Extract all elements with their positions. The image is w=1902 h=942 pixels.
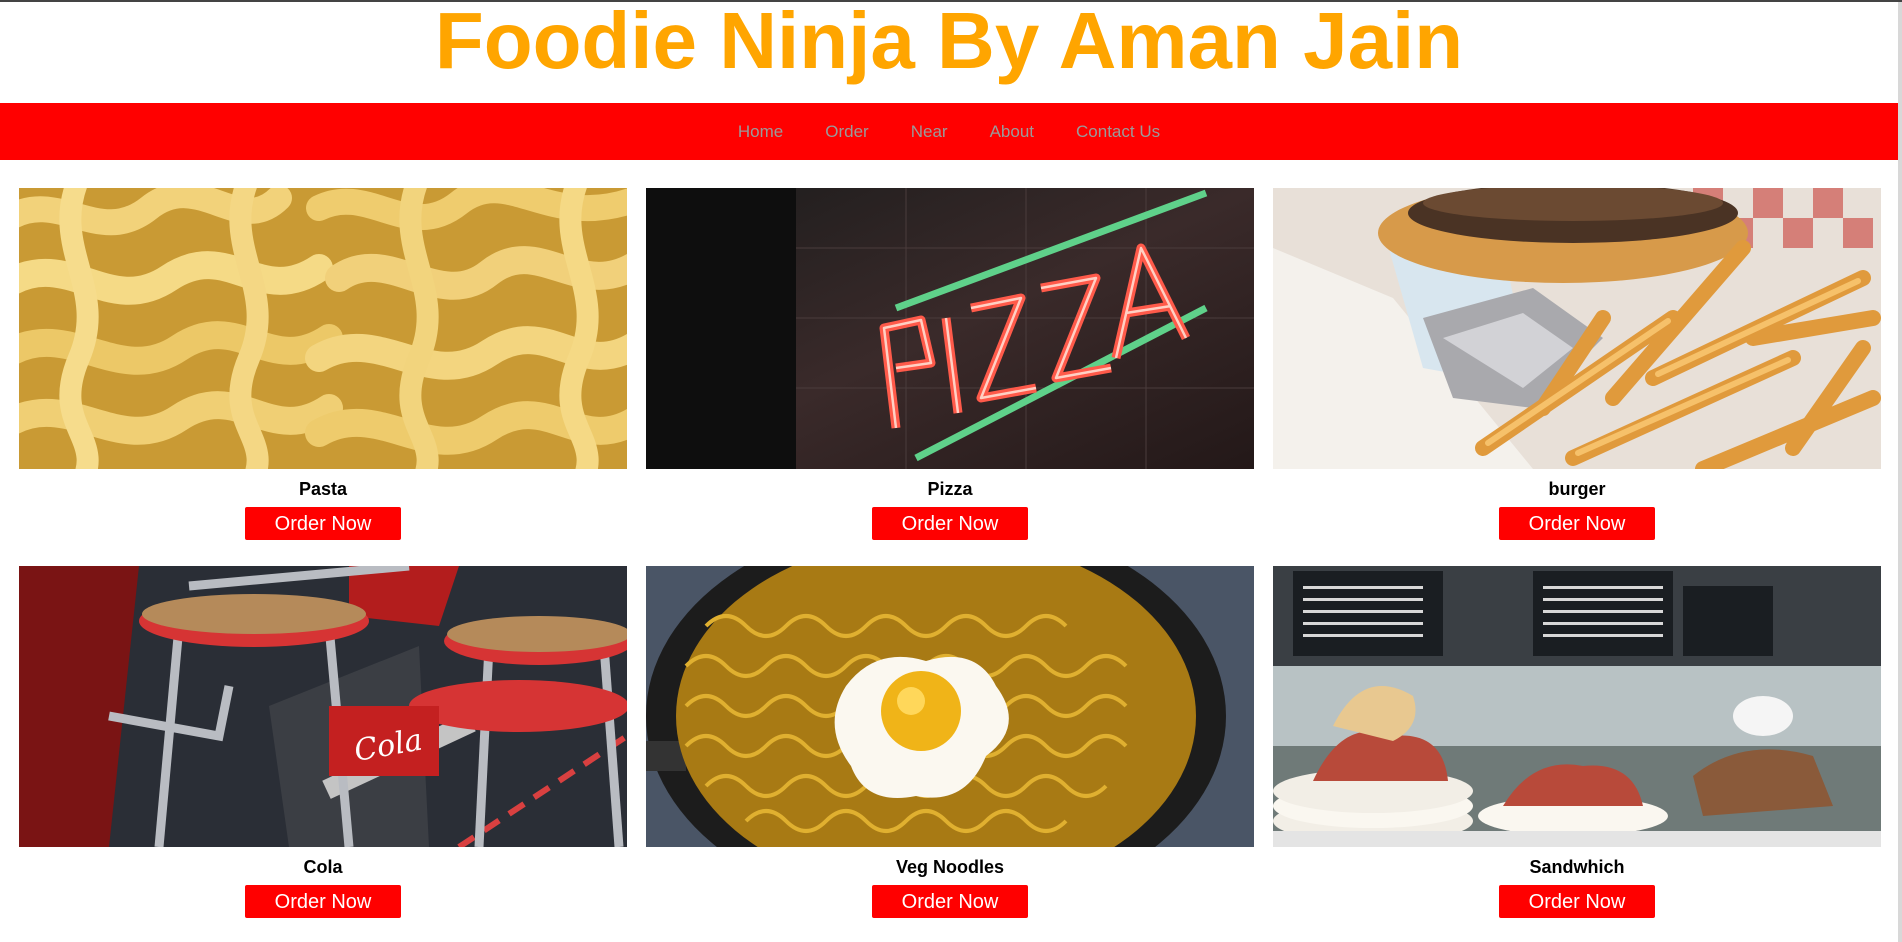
pizza-neon-sign-photo: [646, 188, 1254, 469]
product-name: Sandwhich: [1529, 857, 1625, 877]
product-card-burger: burger Order Now: [1273, 188, 1881, 540]
cola-chairs-photo: Cola: [19, 566, 627, 847]
pasta-photo: [19, 188, 627, 469]
nav-near[interactable]: Near: [911, 122, 948, 142]
noodles-egg-photo: [646, 566, 1254, 847]
product-name: Veg Noodles: [895, 857, 1005, 877]
order-now-button-veg-noodles[interactable]: Order Now: [872, 885, 1028, 918]
order-now-button-sandwhich[interactable]: Order Now: [1499, 885, 1655, 918]
sandwich-deli-photo: [1273, 566, 1881, 847]
site-title: Foodie Ninja By Aman Jain: [434, 0, 1464, 85]
product-name: Cola: [303, 857, 343, 877]
product-card-pizza: Pizza Order Now: [646, 188, 1254, 540]
order-now-button-pasta[interactable]: Order Now: [245, 507, 401, 540]
product-name: Pasta: [298, 479, 348, 499]
product-card-veg-noodles: Veg Noodles Order Now: [646, 566, 1254, 918]
navbar: Home Order Near About Contact Us: [0, 103, 1898, 160]
product-card-pasta: Pasta Order Now: [19, 188, 627, 540]
nav-about[interactable]: About: [990, 122, 1034, 142]
order-now-button-burger[interactable]: Order Now: [1499, 507, 1655, 540]
burger-fries-photo: [1273, 188, 1881, 469]
order-now-button-pizza[interactable]: Order Now: [872, 507, 1028, 540]
vertical-scrollbar[interactable]: [1898, 2, 1902, 942]
product-name: Pizza: [927, 479, 973, 499]
order-now-button-cola[interactable]: Order Now: [245, 885, 401, 918]
nav-contact-us[interactable]: Contact Us: [1076, 122, 1160, 142]
nav-home[interactable]: Home: [738, 122, 783, 142]
product-card-sandwhich: Sandwhich Order Now: [1273, 566, 1881, 918]
nav-order[interactable]: Order: [825, 122, 868, 142]
product-name: burger: [1548, 479, 1606, 499]
product-card-cola: Cola Cola Order Now: [19, 566, 627, 918]
